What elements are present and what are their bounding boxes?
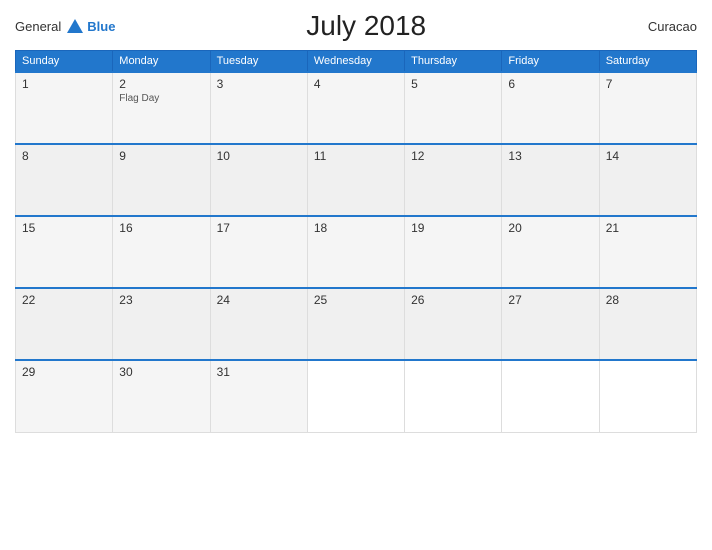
calendar-week-1: 12 Flag Day 34567: [16, 72, 697, 144]
logo-general: General: [15, 19, 61, 34]
calendar-cell: 24: [210, 288, 307, 360]
calendar-cell: 25: [307, 288, 404, 360]
calendar-cell: 10: [210, 144, 307, 216]
day-number: 16: [119, 221, 203, 235]
calendar-cell: 13: [502, 144, 599, 216]
calendar-cell: 23: [113, 288, 210, 360]
calendar-cell: 2 Flag Day: [113, 72, 210, 144]
calendar-cell: [599, 360, 696, 432]
calendar-cell: 1: [16, 72, 113, 144]
header-wednesday: Wednesday: [307, 51, 404, 73]
day-number: 13: [508, 149, 592, 163]
header-sunday: Sunday: [16, 51, 113, 73]
header-tuesday: Tuesday: [210, 51, 307, 73]
day-number: 20: [508, 221, 592, 235]
day-number: 18: [314, 221, 398, 235]
calendar-cell: [502, 360, 599, 432]
region-label: Curacao: [617, 19, 697, 34]
calendar-cell: 6: [502, 72, 599, 144]
day-number: 9: [119, 149, 203, 163]
calendar-cell: 5: [405, 72, 502, 144]
calendar-cell: 26: [405, 288, 502, 360]
day-number: 12: [411, 149, 495, 163]
calendar-cell: 11: [307, 144, 404, 216]
calendar-cell: 19: [405, 216, 502, 288]
calendar-cell: 29: [16, 360, 113, 432]
day-number: 4: [314, 77, 398, 91]
calendar-cell: 4: [307, 72, 404, 144]
day-number: 21: [606, 221, 690, 235]
day-number: 10: [217, 149, 301, 163]
calendar-cell: [405, 360, 502, 432]
day-number: 5: [411, 77, 495, 91]
day-number: 28: [606, 293, 690, 307]
day-number: 26: [411, 293, 495, 307]
day-number: 22: [22, 293, 106, 307]
day-number: 17: [217, 221, 301, 235]
calendar-cell: 21: [599, 216, 696, 288]
days-header-row: Sunday Monday Tuesday Wednesday Thursday…: [16, 51, 697, 73]
day-number: 19: [411, 221, 495, 235]
calendar-table: Sunday Monday Tuesday Wednesday Thursday…: [15, 50, 697, 433]
calendar-week-3: 15 16 17 18 19 20 21: [16, 216, 697, 288]
day-number: 11: [314, 149, 398, 163]
calendar-cell: [307, 360, 404, 432]
calendar-cell: 27: [502, 288, 599, 360]
day-number: 14: [606, 149, 690, 163]
logo: General Blue: [15, 19, 115, 34]
day-number: 6: [508, 77, 592, 91]
calendar-cell: 20: [502, 216, 599, 288]
calendar-cell: 7: [599, 72, 696, 144]
calendar-cell: 16: [113, 216, 210, 288]
calendar-cell: 15: [16, 216, 113, 288]
day-number: 27: [508, 293, 592, 307]
day-number: 7: [606, 77, 690, 91]
day-number: 31: [217, 365, 301, 379]
calendar-cell: 14: [599, 144, 696, 216]
calendar-week-5: 29 30 31: [16, 360, 697, 432]
calendar-week-4: 22 23 24 25 26 27 28: [16, 288, 697, 360]
header-thursday: Thursday: [405, 51, 502, 73]
calendar-cell: 3: [210, 72, 307, 144]
calendar-cell: 30: [113, 360, 210, 432]
logo-blue: Blue: [87, 19, 115, 34]
header-monday: Monday: [113, 51, 210, 73]
day-number: 24: [217, 293, 301, 307]
calendar-cell: 31: [210, 360, 307, 432]
day-number: 3: [217, 77, 301, 91]
day-number: 23: [119, 293, 203, 307]
calendar-page: General Blue July 2018 Curacao Sunday Mo…: [0, 0, 712, 550]
calendar-week-2: 89 10 11 12 13 14: [16, 144, 697, 216]
calendar-cell: 9: [113, 144, 210, 216]
calendar-cell: 28: [599, 288, 696, 360]
calendar-title: July 2018: [115, 10, 617, 42]
calendar-cell: 22: [16, 288, 113, 360]
day-number: 25: [314, 293, 398, 307]
header: General Blue July 2018 Curacao: [15, 10, 697, 42]
day-number: 30: [119, 365, 203, 379]
header-friday: Friday: [502, 51, 599, 73]
calendar-cell: 8: [16, 144, 113, 216]
calendar-cell: 18: [307, 216, 404, 288]
day-number: 29: [22, 365, 106, 379]
day-number: 2: [119, 77, 203, 91]
day-number: 1: [22, 77, 106, 91]
day-number: 8: [22, 149, 106, 163]
day-number: 15: [22, 221, 106, 235]
calendar-cell: 17: [210, 216, 307, 288]
header-saturday: Saturday: [599, 51, 696, 73]
calendar-cell: 12: [405, 144, 502, 216]
event-label: Flag Day: [119, 93, 203, 104]
logo-triangle-icon: [67, 19, 83, 33]
